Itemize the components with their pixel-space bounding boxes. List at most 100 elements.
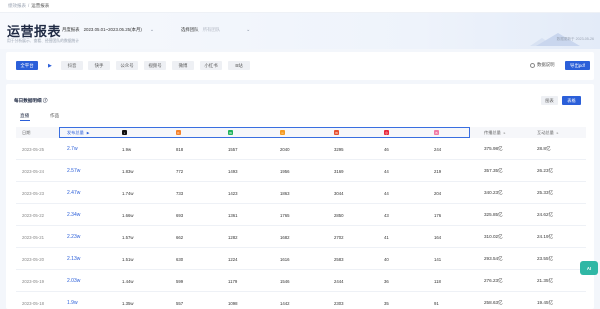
subtab-live[interactable]: 直播	[20, 113, 29, 119]
platform-filter-panel: 全平台 ▶ 抖音 快手 公众号 视频号 微博 小红书 B站 数据说明 导出pdf	[6, 52, 594, 80]
cell-platform-value: 141	[434, 256, 442, 262]
cell-platform-value: 3169	[334, 168, 344, 174]
cell-platform-value: 91	[434, 300, 439, 306]
cell-platform-value: 46	[384, 146, 389, 152]
cell-platform-value: 118	[434, 278, 441, 284]
breadcrumb-current: 运营报表	[31, 3, 50, 8]
cell-platform-value: 1.66w	[122, 212, 134, 218]
cell-published: 2.23w	[67, 234, 81, 240]
assistant-float-button[interactable]: AI	[580, 261, 598, 275]
table-row: 2023-05-23 2.47w 1.74w 733 1423 1863 3044 44 204…	[16, 182, 586, 204]
cell-platform-value: 36	[384, 278, 389, 284]
cell-platform-value: 818	[176, 146, 184, 152]
platform-chip-channels[interactable]: 视频号	[144, 61, 166, 70]
cell-platform-value: 1282	[228, 234, 238, 240]
cell-platform-value: 3295	[334, 146, 344, 152]
view-table-button[interactable]: 表格	[562, 96, 581, 105]
cell-platform-value: 693	[176, 212, 184, 218]
cell-spread: 293.54亿	[484, 256, 503, 261]
col-interaction[interactable]: 互动总量 ▸	[537, 127, 559, 138]
cell-interaction: 24.62亿	[537, 212, 554, 217]
cell-date: 2023-05-23	[22, 190, 44, 196]
breadcrumb: 绩效报表 / 运营报表	[8, 3, 50, 8]
cell-platform-value: 772	[176, 168, 184, 174]
cell-platform-value: 2040	[280, 146, 290, 152]
period-value: 2023.05.01~2023.05.25(本月)	[83, 26, 142, 32]
cell-platform-value: 557	[176, 300, 184, 306]
platform-chip-bilibili[interactable]: B站	[228, 61, 250, 70]
cell-published: 2.57w	[67, 168, 81, 174]
cell-platform-value: 1.9w	[122, 146, 132, 152]
platform-chip-xiaohongshu[interactable]: 小红书	[200, 61, 222, 70]
col-spread[interactable]: 传播总量 ▸	[484, 127, 506, 138]
platform-chip-all[interactable]: 全平台	[16, 61, 38, 70]
page-title: 运营报表	[7, 24, 62, 39]
table-row: 2023-05-21 2.23w 1.57w 662 1282 1682 2702 41 164…	[16, 226, 586, 248]
cell-platform-value: 41	[384, 234, 389, 240]
cell-platform-value: 1546	[280, 278, 290, 284]
cell-platform-value: 35	[384, 300, 389, 306]
cell-platform-value: 44	[384, 168, 389, 174]
period-select[interactable]: 月度报表 2023.05.01~2023.05.25(本月) ⌄	[62, 25, 154, 34]
subtab-works[interactable]: 作品	[50, 113, 59, 119]
section-title: 每日数据明细 ⓘ	[14, 98, 48, 103]
platform-chip-douyin[interactable]: 抖音	[61, 61, 83, 70]
page-header: 运营报表 用于分析展示、查看、经营团队的数据统计 月度报表 2023.05.01…	[0, 13, 600, 49]
cell-platform-value: 1179	[228, 278, 238, 284]
breadcrumb-parent[interactable]: 绩效报表	[8, 3, 26, 8]
cell-date: 2023-05-19	[22, 278, 44, 284]
cell-platform-value: 1956	[280, 168, 290, 174]
cell-platform-value: 1765	[280, 212, 290, 218]
period-label: 月度报表	[62, 26, 80, 32]
cell-published: 2.47w	[67, 190, 81, 196]
export-pdf-button[interactable]: 导出pdf	[565, 61, 590, 70]
cell-platform-value: 1.35w	[122, 300, 134, 306]
cell-date: 2023-05-24	[22, 168, 44, 174]
team-select[interactable]: 选择团队 所有团队 ⌄	[181, 25, 250, 34]
table-row: 2023-05-19 2.03w 1.44w 599 1179 1546 2444 36 118…	[16, 270, 586, 292]
chevron-down-icon: ⌄	[246, 26, 251, 33]
cell-platform-value: 204	[434, 190, 442, 196]
cell-platform-value: 2702	[334, 234, 344, 240]
cell-date: 2023-05-20	[22, 256, 44, 262]
cell-date: 2023-05-22	[22, 212, 44, 218]
cell-spread: 375.98亿	[484, 146, 503, 151]
cell-platform-value: 1682	[280, 234, 290, 240]
cell-date: 2023-05-21	[22, 234, 44, 240]
selected-column-group	[59, 127, 470, 138]
table-row: 2023-05-22 2.34w 1.66w 693 1361 1765 2850 43 176…	[16, 204, 586, 226]
cell-platform-value: 1.74w	[122, 190, 134, 196]
cell-interaction: 19.45亿	[537, 300, 554, 305]
cell-spread: 276.23亿	[484, 278, 503, 283]
cell-published: 2.13w	[67, 256, 81, 262]
cell-platform-value: 44	[384, 190, 389, 196]
cell-interaction: 24.19亿	[537, 234, 554, 239]
cell-interaction: 21.35亿	[537, 278, 554, 283]
cell-platform-value: 219	[434, 168, 442, 174]
top-bar: 绩效报表 / 运营报表	[0, 0, 600, 13]
data-explain-link[interactable]: 数据说明	[530, 62, 555, 68]
cell-published: 2.03w	[67, 278, 81, 284]
platform-chip-weibo[interactable]: 微博	[172, 61, 194, 70]
platform-chip-kuaishou[interactable]: 快手	[88, 61, 110, 70]
data-explain-label: 数据说明	[537, 62, 555, 67]
cell-spread: 325.85亿	[484, 212, 503, 217]
table-row: 2023-05-24 2.57w 1.83w 772 1493 1956 3169 44 219…	[16, 160, 586, 182]
subtab-indicator	[20, 120, 30, 121]
cell-platform-value: 1.57w	[122, 234, 134, 240]
cell-platform-value: 2444	[334, 278, 344, 284]
view-chart-button[interactable]: 图表	[541, 96, 558, 105]
cell-platform-value: 176	[434, 212, 442, 218]
cell-platform-value: 2850	[334, 212, 344, 218]
platform-chip-wechat[interactable]: 公众号	[116, 61, 138, 70]
cell-platform-value: 733	[176, 190, 184, 196]
cell-platform-value: 1863	[280, 190, 290, 196]
cell-published: 2.7w	[67, 146, 78, 152]
cell-interaction: 28.8亿	[537, 146, 551, 151]
chevron-down-icon: ⌄	[149, 26, 155, 33]
cell-platform-value: 1423	[228, 190, 238, 196]
cell-date: 2023-05-18	[22, 300, 44, 306]
cell-platform-value: 599	[176, 278, 184, 284]
cell-interaction: 26.23亿	[537, 168, 554, 173]
update-time: 数据更新于 2023-05-26	[556, 37, 594, 41]
